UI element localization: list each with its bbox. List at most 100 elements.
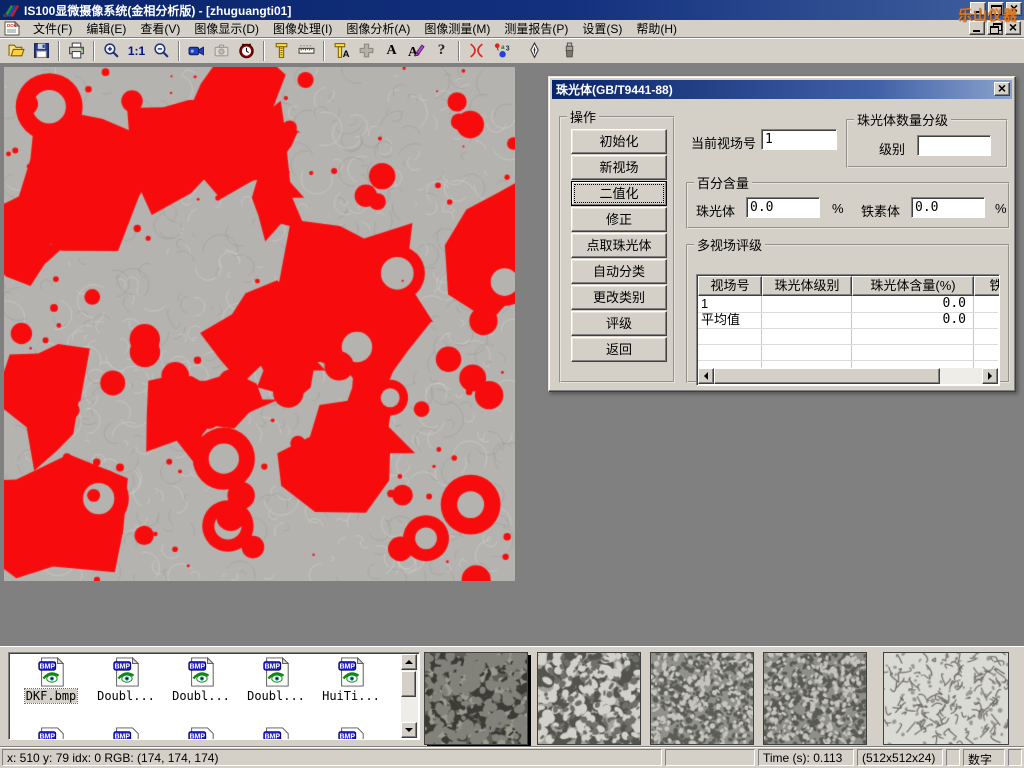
mdi-close-button[interactable] bbox=[1005, 21, 1021, 35]
print-button[interactable] bbox=[64, 40, 89, 62]
menu-measure-report[interactable]: 测量报告(P) bbox=[497, 19, 575, 38]
document-icon[interactable]: DOC bbox=[4, 21, 20, 36]
thumbnail-sample-4[interactable] bbox=[763, 652, 867, 745]
thumbnail-sample-5[interactable] bbox=[883, 652, 1009, 745]
binarize-button[interactable]: 二值化 bbox=[571, 181, 667, 206]
micrograph-image[interactable] bbox=[4, 67, 515, 581]
menu-edit[interactable]: 编辑(E) bbox=[79, 19, 133, 38]
svg-text:A: A bbox=[408, 44, 418, 59]
file-list-vscrollbar[interactable] bbox=[401, 654, 418, 738]
ferrite-percent-input[interactable] bbox=[911, 197, 985, 218]
pick-pearlite-button[interactable]: 点取珠光体 bbox=[571, 233, 667, 258]
toolbar: 1:1 A A A ? a3 bbox=[0, 38, 1024, 64]
toolbar-separator bbox=[263, 41, 265, 61]
file-name[interactable]: Doubl... bbox=[246, 689, 306, 703]
col-pearlite-content[interactable]: 珠光体含量(%) bbox=[852, 276, 974, 296]
timer-clock-icon[interactable] bbox=[234, 40, 259, 62]
file-item[interactable]: BMP HuiTi... bbox=[315, 657, 387, 703]
file-item[interactable]: BMP bbox=[240, 727, 312, 740]
ruler-tool-icon[interactable] bbox=[294, 40, 319, 62]
svg-text:DOC: DOC bbox=[7, 23, 18, 28]
actual-size-button[interactable]: 1:1 bbox=[124, 40, 149, 62]
scroll-thumb[interactable] bbox=[714, 368, 940, 384]
file-item[interactable]: BMP bbox=[15, 727, 87, 740]
svg-text:BMP: BMP bbox=[264, 734, 280, 740]
bmp-file-icon: BMP bbox=[36, 727, 66, 740]
capture-camera-icon[interactable] bbox=[209, 40, 234, 62]
annotate-text-icon[interactable]: A bbox=[404, 40, 429, 62]
col-pearlite-grade[interactable]: 珠光体级别 bbox=[762, 276, 852, 296]
col-field-number[interactable]: 视场号 bbox=[698, 276, 762, 296]
change-class-button[interactable]: 更改类别 bbox=[571, 285, 667, 310]
svg-text:BMP: BMP bbox=[189, 734, 205, 740]
brush-tool-icon[interactable] bbox=[557, 40, 582, 62]
move-cross-icon[interactable] bbox=[354, 40, 379, 62]
table-hscrollbar[interactable] bbox=[698, 368, 998, 384]
open-file-button[interactable] bbox=[4, 40, 29, 62]
mdi-restore-button[interactable] bbox=[987, 21, 1003, 35]
video-camera-icon[interactable] bbox=[184, 40, 209, 62]
caliper-tool-icon[interactable] bbox=[269, 40, 294, 62]
file-name[interactable]: HuiTi... bbox=[321, 689, 381, 703]
help-button[interactable]: ? bbox=[429, 40, 454, 62]
scroll-up-button[interactable] bbox=[401, 654, 417, 670]
zoom-in-button[interactable] bbox=[99, 40, 124, 62]
menu-image-measure[interactable]: 图像测量(M) bbox=[417, 19, 497, 38]
return-button[interactable]: 返回 bbox=[571, 337, 667, 362]
rating-table[interactable]: 视场号 珠光体级别 珠光体含量(%) 铁素体 1 bbox=[696, 274, 1000, 386]
pen-tool-icon[interactable] bbox=[522, 40, 547, 62]
current-field-input[interactable] bbox=[761, 129, 837, 150]
dialog-close-button[interactable] bbox=[994, 82, 1010, 96]
thumbnail-sample-1[interactable] bbox=[424, 652, 528, 745]
menu-file[interactable]: 文件(F) bbox=[26, 19, 79, 38]
file-item[interactable]: BMP Doubl... bbox=[165, 657, 237, 703]
file-item[interactable]: BMP bbox=[165, 727, 237, 740]
multifield-group-label: 多视场评级 bbox=[694, 235, 765, 254]
col-ferrite[interactable]: 铁素体 bbox=[974, 276, 1000, 296]
bmp-file-icon: BMP bbox=[261, 657, 291, 687]
dialog-title-bar[interactable]: 珠光体(GB/T9441-88) bbox=[552, 80, 1012, 99]
curve-tool-icon[interactable] bbox=[464, 40, 489, 62]
thumbnail-sample-2[interactable] bbox=[537, 652, 641, 745]
file-name[interactable]: Doubl... bbox=[96, 689, 156, 703]
scroll-thumb[interactable] bbox=[401, 671, 416, 697]
file-item[interactable]: BMP Doubl... bbox=[240, 657, 312, 703]
level-input[interactable] bbox=[917, 135, 991, 156]
percent-sign: % bbox=[832, 201, 844, 216]
menu-help[interactable]: 帮助(H) bbox=[629, 19, 684, 38]
new-field-button[interactable]: 新视场 bbox=[571, 155, 667, 180]
svg-text:BMP: BMP bbox=[39, 664, 55, 671]
file-item[interactable]: BMP Doubl... bbox=[90, 657, 162, 703]
menu-image-analysis[interactable]: 图像分析(A) bbox=[339, 19, 417, 38]
classification-dots-icon[interactable]: a3 bbox=[489, 40, 514, 62]
menu-view[interactable]: 查看(V) bbox=[133, 19, 187, 38]
menu-image-processing[interactable]: 图像处理(I) bbox=[266, 19, 339, 38]
text-tool-icon[interactable]: A bbox=[379, 40, 404, 62]
scroll-down-button[interactable] bbox=[401, 722, 417, 738]
bmp-file-icon: BMP bbox=[186, 727, 216, 740]
initialize-button[interactable]: 初始化 bbox=[571, 129, 667, 154]
auto-classify-button[interactable]: 自动分类 bbox=[571, 259, 667, 284]
menu-settings[interactable]: 设置(S) bbox=[575, 19, 629, 38]
save-button[interactable] bbox=[29, 40, 54, 62]
scroll-left-button[interactable] bbox=[698, 368, 714, 384]
pearlite-percent-input[interactable] bbox=[746, 197, 820, 218]
mdi-minimize-button[interactable] bbox=[969, 21, 985, 35]
scroll-right-button[interactable] bbox=[982, 368, 998, 384]
file-browser[interactable]: BMP DKF.bmp BMP Doubl... BMP Doubl... BM… bbox=[8, 652, 420, 740]
bottom-panel: BMP DKF.bmp BMP Doubl... BMP Doubl... BM… bbox=[0, 646, 1024, 746]
minimize-button[interactable] bbox=[970, 2, 986, 16]
file-name[interactable]: DKF.bmp bbox=[25, 689, 78, 703]
file-name[interactable]: Doubl... bbox=[171, 689, 231, 703]
file-item[interactable]: BMP bbox=[90, 727, 162, 740]
correct-button[interactable]: 修正 bbox=[571, 207, 667, 232]
maximize-button[interactable] bbox=[988, 2, 1004, 16]
measure-text-icon[interactable]: A bbox=[329, 40, 354, 62]
file-item[interactable]: BMP bbox=[315, 727, 387, 740]
thumbnail-sample-3[interactable] bbox=[650, 652, 754, 745]
file-item[interactable]: BMP DKF.bmp bbox=[15, 657, 87, 703]
zoom-out-button[interactable] bbox=[149, 40, 174, 62]
grade-button[interactable]: 评级 bbox=[571, 311, 667, 336]
close-button[interactable] bbox=[1006, 2, 1022, 16]
menu-image-display[interactable]: 图像显示(D) bbox=[187, 19, 266, 38]
